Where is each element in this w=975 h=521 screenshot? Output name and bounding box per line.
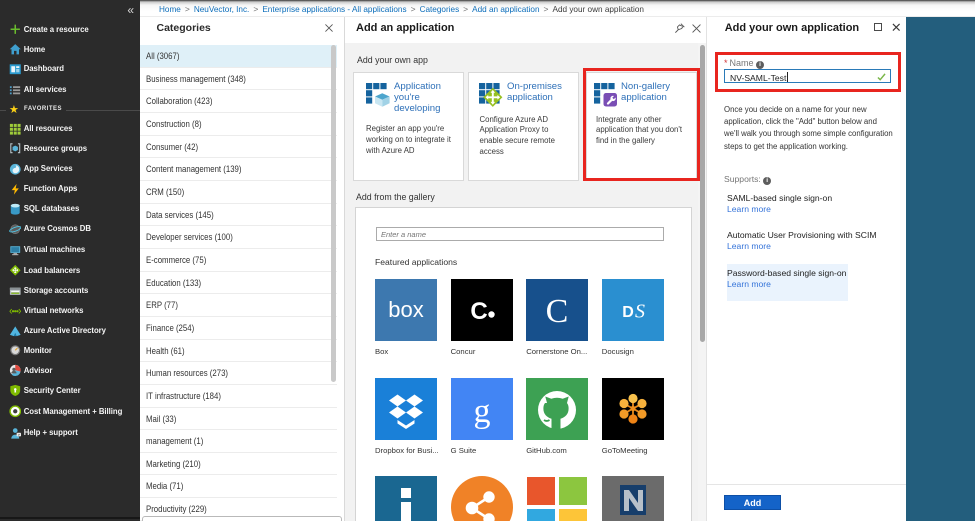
svg-text:S: S (635, 301, 645, 323)
svg-text:D: D (622, 304, 634, 321)
svg-text:g: g (473, 393, 490, 430)
svg-text:C: C (470, 298, 487, 325)
svg-text:box: box (388, 297, 423, 322)
svg-text:C: C (546, 293, 569, 330)
svg-text:?: ? (17, 432, 19, 436)
